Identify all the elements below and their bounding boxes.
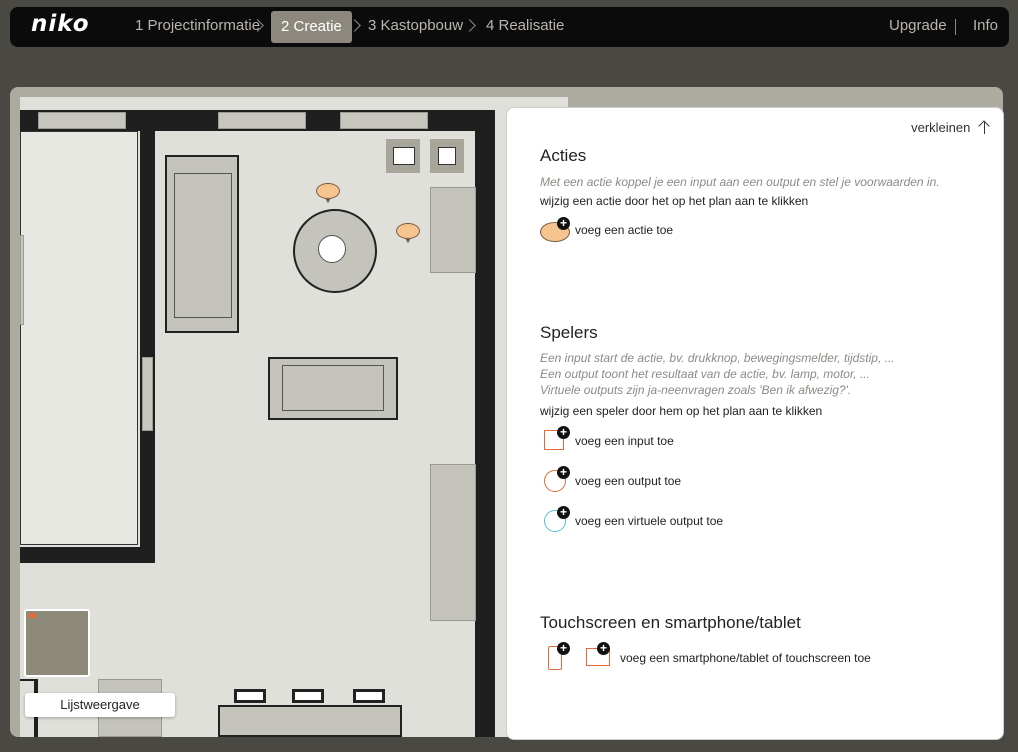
- info-link[interactable]: Info: [973, 17, 998, 34]
- plus-icon: +: [557, 506, 570, 519]
- add-touchscreen-label: voeg een smartphone/tablet of touchscree…: [620, 651, 871, 665]
- door: [142, 357, 153, 431]
- step-kastopbouw[interactable]: 3 Kastopbouw: [368, 17, 463, 34]
- window: [38, 112, 126, 129]
- add-output-label: voeg een output toe: [575, 474, 682, 488]
- list-view-button[interactable]: Lijstweergave: [25, 693, 175, 717]
- section-title-touchscreen: Touchscreen en smartphone/tablet: [540, 613, 801, 632]
- action-bubble-icon[interactable]: [316, 183, 340, 203]
- room-left: [20, 131, 138, 545]
- plus-icon: +: [557, 642, 570, 655]
- upgrade-link[interactable]: Upgrade: [889, 17, 947, 34]
- add-touchscreen-button[interactable]: + + voeg een smartphone/tablet of touchs…: [540, 640, 900, 670]
- armchair-seat: [282, 365, 384, 411]
- collapse-label: verkleinen: [911, 120, 971, 135]
- plus-icon: +: [557, 426, 570, 439]
- window: [218, 112, 306, 129]
- chair: [292, 689, 324, 703]
- spelers-hint-1: Een input start de actie, bv. drukknop, …: [540, 351, 895, 365]
- spelers-note: wijzig een speler door hem op het plan a…: [540, 404, 823, 418]
- add-input-button[interactable]: + voeg een input toe: [540, 426, 740, 456]
- side-panel: verkleinen Acties Met een actie koppel j…: [506, 107, 1004, 740]
- add-action-button[interactable]: + voeg een actie toe: [540, 216, 740, 246]
- spelers-hint-3: Virtuele outputs zijn ja-neenvragen zoal…: [540, 383, 852, 397]
- step-creatie[interactable]: 2 Creatie: [271, 11, 352, 43]
- niko-logo: niko: [31, 11, 90, 37]
- nav-divider: [955, 19, 956, 35]
- lamp-icon[interactable]: [318, 235, 346, 263]
- wall: [475, 110, 495, 737]
- add-virtual-output-button[interactable]: + voeg een virtuele output toe: [540, 506, 760, 536]
- cabinet: [430, 187, 476, 273]
- window: [20, 235, 24, 325]
- table: [218, 705, 402, 737]
- control-panel-icon[interactable]: [386, 139, 420, 173]
- add-action-label: voeg een actie toe: [575, 223, 674, 237]
- wall: [20, 547, 155, 563]
- window: [340, 112, 428, 129]
- plus-icon: +: [557, 217, 570, 230]
- chevron-right-icon: [463, 19, 476, 32]
- add-input-label: voeg een input toe: [575, 434, 674, 448]
- cabinet: [430, 464, 476, 621]
- step-projectinformatie[interactable]: 1 Projectinformatie: [135, 17, 260, 34]
- top-navigation-bar: niko 1 Projectinformatie 2 Creatie 3 Kas…: [10, 7, 1009, 47]
- collapse-panel-button[interactable]: verkleinen: [911, 120, 985, 135]
- acties-note: wijzig een actie door het op het plan aa…: [540, 194, 809, 208]
- section-title-acties: Acties: [540, 146, 587, 165]
- arrow-up-icon: [984, 122, 985, 134]
- plus-icon: +: [557, 466, 570, 479]
- section-title-spelers: Spelers: [540, 323, 598, 342]
- chair: [234, 689, 266, 703]
- plus-icon: +: [597, 642, 610, 655]
- action-bubble-icon[interactable]: [396, 223, 420, 243]
- sofa-seat: [174, 173, 232, 318]
- spelers-hint-2: Een output toont het resultaat van de ac…: [540, 367, 870, 381]
- floor-plan[interactable]: [20, 97, 568, 737]
- step-realisatie[interactable]: 4 Realisatie: [486, 17, 564, 34]
- minimap-viewport-marker: [29, 613, 36, 618]
- touchscreen-icon[interactable]: [430, 139, 464, 173]
- minimap[interactable]: [24, 609, 90, 677]
- acties-hint: Met een actie koppel je een input aan ee…: [540, 175, 940, 189]
- add-virtual-output-label: voeg een virtuele output toe: [575, 514, 724, 528]
- chair: [353, 689, 385, 703]
- wall: [140, 131, 155, 563]
- add-output-button[interactable]: + voeg een output toe: [540, 466, 740, 496]
